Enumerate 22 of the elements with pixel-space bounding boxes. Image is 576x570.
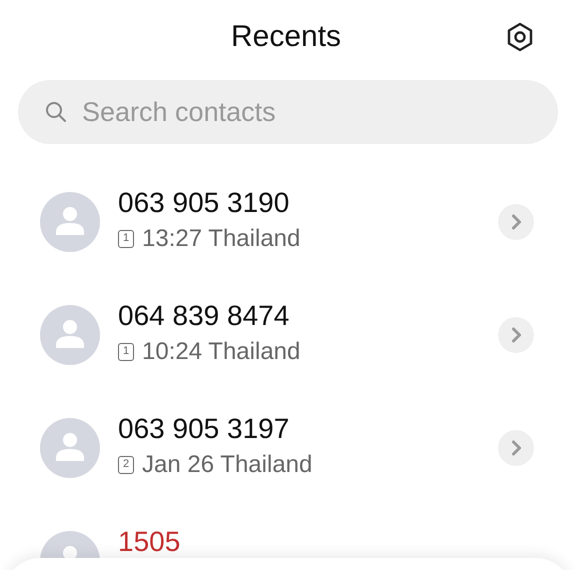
call-detail: 13:27 Thailand xyxy=(142,224,300,252)
details-chevron-icon[interactable] xyxy=(498,430,534,466)
call-row[interactable]: 064 839 8474 1 10:24 Thailand xyxy=(0,278,576,391)
details-chevron-icon[interactable] xyxy=(498,316,534,352)
call-detail: 10:24 Thailand xyxy=(142,338,300,366)
phone-number: 1505 xyxy=(118,526,180,558)
sim-icon: 1 xyxy=(118,230,134,248)
avatar-icon xyxy=(40,192,100,252)
search-icon xyxy=(44,100,68,124)
phone-number: 063 905 3197 xyxy=(118,412,290,444)
details-chevron-icon[interactable] xyxy=(498,204,534,240)
sim-icon: 2 xyxy=(118,456,134,474)
avatar-icon xyxy=(40,304,100,364)
call-detail: Jan 26 Thailand xyxy=(142,450,312,478)
screen-title: Recents xyxy=(230,20,342,54)
phone-number: 063 905 3190 xyxy=(118,186,290,218)
avatar-icon xyxy=(40,418,100,478)
search-field[interactable]: Search contacts xyxy=(18,80,558,144)
call-row[interactable]: 063 905 3190 1 13:27 Thailand xyxy=(0,165,576,278)
phone-number: 064 839 8474 xyxy=(118,300,290,332)
sim-icon: 1 xyxy=(118,342,134,360)
call-row[interactable]: 063 905 3197 2 Jan 26 Thailand xyxy=(0,391,576,504)
